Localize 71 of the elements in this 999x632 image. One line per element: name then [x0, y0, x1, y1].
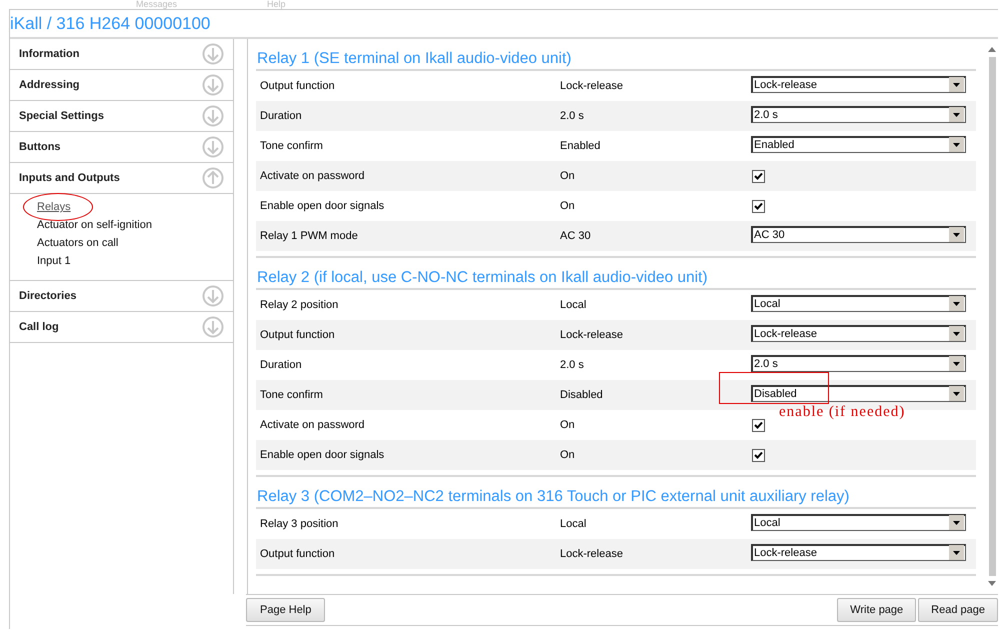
section-label[interactable]: Call log	[19, 321, 59, 333]
setting-value: Lock-release	[560, 80, 624, 92]
section-label[interactable]: Information	[19, 48, 80, 60]
sidebar-section-header[interactable]: Information	[10, 39, 233, 70]
sidebar-section-header[interactable]: Directories	[10, 281, 233, 312]
setting-value: On	[560, 170, 576, 182]
setting-label: Output function	[259, 548, 336, 560]
setting-label: Enable open door signals	[259, 200, 386, 212]
dropdown[interactable]: Lock-release	[751, 76, 966, 92]
dropdown[interactable]: Local	[751, 514, 966, 530]
setting-value: Disabled	[560, 389, 604, 401]
dropdown[interactable]: 2.0 s	[751, 354, 966, 372]
dropdown[interactable]: AC 30	[751, 226, 966, 242]
sidebar-section-header[interactable]: Special Settings	[10, 101, 233, 132]
checkbox[interactable]	[752, 418, 765, 432]
dropdown[interactable]: Local	[751, 294, 966, 312]
checkbox[interactable]	[752, 200, 765, 212]
setting-value: Local	[560, 299, 588, 311]
setting-label: Tone confirm	[259, 389, 324, 401]
sidebar-section-header[interactable]: Buttons	[10, 132, 233, 163]
section-label[interactable]: Addressing	[19, 79, 80, 91]
page-button[interactable]: Write page	[837, 598, 916, 622]
checkbox[interactable]	[752, 170, 765, 182]
setting-value: 2.0 s	[560, 110, 585, 122]
setting-label: Output function	[259, 80, 336, 92]
sidebar-section-header[interactable]: Call log	[10, 312, 233, 343]
scroll-down-icon[interactable]	[988, 581, 996, 586]
setting-value: AC 30	[560, 230, 592, 242]
sidebar-section-header[interactable]: Addressing	[10, 70, 233, 101]
setting-value: Local	[560, 518, 588, 530]
setting-label: Relay 1 PWM mode	[259, 230, 359, 242]
sidebar-link[interactable]: Actuators on call	[37, 237, 118, 249]
page-button[interactable]: Read page	[918, 598, 998, 622]
setting-label: Tone confirm	[259, 140, 324, 152]
setting-value: 2.0 s	[560, 359, 585, 371]
dropdown[interactable]: Enabled	[751, 136, 966, 152]
page-help-button[interactable]: Page Help	[246, 598, 326, 622]
annotation-note: enable (if needed)	[779, 405, 906, 420]
dropdown[interactable]: 2.0 s	[751, 106, 966, 122]
setting-label: Duration	[259, 359, 303, 371]
setting-label: Output function	[259, 329, 336, 341]
sidebar-link[interactable]: Relays	[37, 201, 71, 213]
setting-label: Activate on password	[259, 419, 366, 431]
scroll-up-icon[interactable]	[988, 47, 996, 52]
setting-label: Enable open door signals	[259, 449, 386, 461]
setting-label: Relay 2 position	[259, 299, 340, 311]
setting-value: On	[560, 449, 576, 461]
setting-value: Lock-release	[560, 329, 624, 341]
sidebar-section-header[interactable]: Inputs and Outputs	[10, 163, 233, 194]
checkbox[interactable]	[752, 448, 765, 462]
scrollbar-thumb[interactable]	[988, 57, 996, 576]
setting-label: Duration	[259, 110, 303, 122]
dropdown[interactable]: Lock-release	[751, 544, 966, 560]
section-label[interactable]: Directories	[19, 290, 76, 302]
setting-value: On	[560, 419, 576, 431]
section-label[interactable]: Inputs and Outputs	[19, 172, 120, 184]
setting-label: Relay 3 position	[259, 518, 340, 530]
setting-value: Lock-release	[560, 548, 624, 560]
setting-value: On	[560, 200, 576, 212]
section-label[interactable]: Special Settings	[19, 110, 104, 122]
dropdown[interactable]: Disabled	[751, 384, 966, 402]
window-title: iKall / 316 H264 00000100	[10, 10, 998, 39]
section-heading: Relay 1 (SE terminal on Ikall audio-video unit)	[256, 45, 976, 71]
sidebar-link[interactable]: Input 1	[37, 255, 71, 267]
setting-value: Enabled	[560, 140, 602, 152]
setting-label: Activate on password	[259, 170, 366, 182]
section-heading: Relay 3 (COM2–NO2–NC2 terminals on 316 Touch or PIC external unit auxiliary relay)	[256, 483, 976, 509]
section-label[interactable]: Buttons	[19, 141, 61, 153]
sidebar-link[interactable]: Actuator on self-ignition	[37, 219, 152, 231]
dropdown[interactable]: Lock-release	[751, 324, 966, 342]
section-heading: Relay 2 (if local, use C-NO-NC terminals on Ikall audio-video unit)	[256, 264, 976, 290]
